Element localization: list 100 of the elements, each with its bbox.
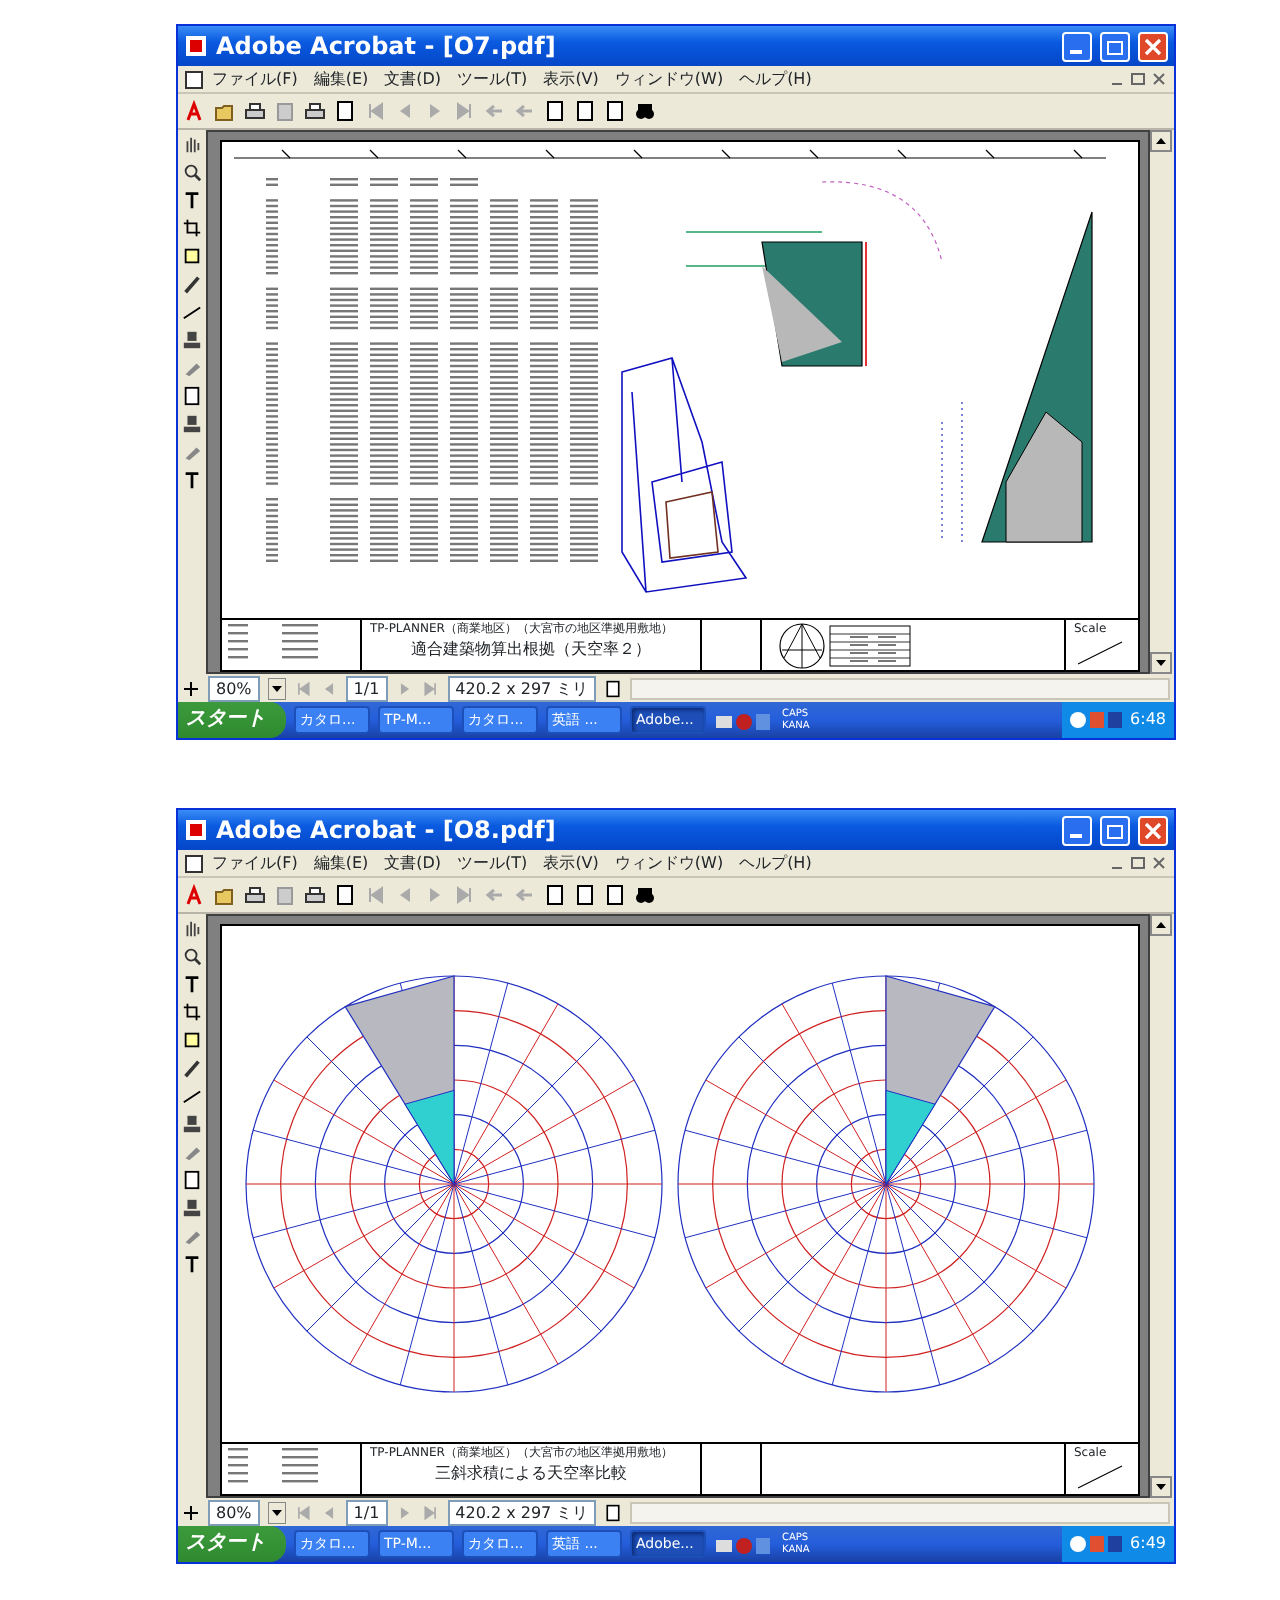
folder-icon[interactable] (214, 100, 236, 122)
start-button[interactable]: スタート (178, 702, 286, 738)
zoom-field[interactable]: 80% (208, 675, 260, 701)
quick-launch-icons[interactable] (714, 1533, 774, 1555)
vertical-scrollbar[interactable] (1150, 914, 1174, 1498)
folder-icon[interactable] (214, 884, 236, 906)
text-tool-icon[interactable] (182, 1254, 202, 1274)
move-icon[interactable] (182, 1503, 200, 1521)
line-tool-icon[interactable] (182, 1086, 202, 1106)
menu-item[interactable]: ツール(T) (449, 65, 536, 93)
scroll-down-icon[interactable] (1150, 652, 1172, 674)
zoom-icon[interactable] (182, 946, 202, 966)
dropdown-icon[interactable] (267, 677, 286, 699)
text-tool-icon[interactable] (182, 974, 202, 994)
zoom-field[interactable]: 80% (208, 1499, 260, 1525)
menu-item[interactable]: ヘルプ(H) (731, 65, 820, 93)
scroll-down-icon[interactable] (1150, 1476, 1172, 1498)
page-icon[interactable] (544, 100, 566, 122)
maximize-button[interactable] (1100, 815, 1130, 845)
page-icon[interactable] (604, 679, 623, 697)
menu-item[interactable]: 編集(E) (305, 849, 377, 877)
crop-icon[interactable] (182, 1002, 202, 1022)
highlighter-icon[interactable] (182, 1142, 202, 1162)
move-icon[interactable] (182, 679, 200, 697)
highlighter-icon[interactable] (182, 358, 202, 378)
page-icon[interactable] (334, 100, 356, 122)
horizontal-scrollbar[interactable] (630, 1501, 1170, 1523)
stamp-icon[interactable] (182, 414, 202, 434)
menu-item[interactable]: ツール(T) (449, 849, 536, 877)
note-icon[interactable] (182, 246, 202, 266)
menu-item[interactable]: 文書(D) (376, 849, 450, 877)
page-field[interactable]: 1/1 (345, 675, 388, 701)
text-tool-icon[interactable] (182, 190, 202, 210)
acrobat-icon[interactable] (184, 100, 206, 122)
scroll-up-icon[interactable] (1150, 130, 1172, 152)
page-icon[interactable] (182, 386, 202, 406)
binoculars-icon[interactable] (634, 884, 656, 906)
printer-icon[interactable] (244, 884, 266, 906)
menu-item[interactable]: 表示(V) (535, 65, 607, 93)
scroll-up-icon[interactable] (1150, 914, 1172, 936)
clock: 6:48 (1130, 708, 1166, 732)
page-icon[interactable] (604, 100, 626, 122)
maximize-icon (1106, 37, 1124, 55)
document-window-controls-icon[interactable] (1108, 854, 1168, 872)
printer-icon[interactable] (304, 100, 326, 122)
close-button[interactable] (1138, 31, 1168, 61)
dropdown-icon[interactable] (267, 1501, 286, 1523)
window-title: Adobe Acrobat - [O7.pdf] (216, 30, 558, 64)
quick-launch-icons[interactable] (714, 709, 774, 731)
minimize-button[interactable] (1062, 815, 1092, 845)
page-size-field: 420.2 x 297 ミリ (447, 1499, 597, 1525)
printer-icon[interactable] (244, 100, 266, 122)
horizontal-scrollbar[interactable] (630, 677, 1170, 699)
scale-mark-icon (1074, 638, 1126, 666)
menu-item[interactable]: ファイル(F) (204, 849, 306, 877)
document-window-controls-icon[interactable] (1108, 70, 1168, 88)
page-icon[interactable] (604, 884, 626, 906)
line-tool-icon[interactable] (182, 302, 202, 322)
page-icon[interactable] (574, 100, 596, 122)
close-button[interactable] (1138, 815, 1168, 845)
close-icon (1144, 821, 1162, 839)
highlighter-icon[interactable] (182, 442, 202, 462)
tray-icons[interactable] (1070, 710, 1123, 730)
page-icon[interactable] (574, 884, 596, 906)
highlighter-icon[interactable] (182, 1226, 202, 1246)
hand-icon[interactable] (182, 918, 202, 938)
minimize-button[interactable] (1062, 31, 1092, 61)
note-icon[interactable] (182, 1030, 202, 1050)
menu-item[interactable]: ウィンドウ(W) (606, 849, 732, 877)
zoom-icon[interactable] (182, 162, 202, 182)
menu-item[interactable]: ウィンドウ(W) (606, 65, 732, 93)
printer-icon[interactable] (304, 884, 326, 906)
page-icon[interactable] (334, 884, 356, 906)
stamp-icon[interactable] (182, 1114, 202, 1134)
minimize-icon (1069, 49, 1081, 53)
minimize-icon (1069, 833, 1081, 837)
menu-item[interactable]: ファイル(F) (204, 65, 306, 93)
menu-item[interactable]: 編集(E) (305, 65, 377, 93)
maximize-button[interactable] (1100, 31, 1130, 61)
crop-icon[interactable] (182, 218, 202, 238)
page-icon[interactable] (544, 884, 566, 906)
stamp-icon[interactable] (182, 1198, 202, 1218)
tray-icons[interactable] (1070, 1534, 1123, 1554)
menu-item[interactable]: ヘルプ(H) (731, 849, 820, 877)
page-field[interactable]: 1/1 (345, 1499, 388, 1525)
binoculars-icon[interactable] (634, 100, 656, 122)
hand-icon[interactable] (182, 134, 202, 154)
vertical-scrollbar[interactable] (1150, 130, 1174, 674)
pdf-icon (184, 818, 208, 842)
menu-item[interactable]: 文書(D) (376, 65, 450, 93)
text-tool-icon[interactable] (182, 470, 202, 490)
start-button[interactable]: スタート (178, 1526, 286, 1562)
page-icon[interactable] (604, 1503, 623, 1521)
stamp-icon[interactable] (182, 330, 202, 350)
acrobat-icon[interactable] (184, 884, 206, 906)
pencil-icon[interactable] (182, 1058, 202, 1078)
page-icon[interactable] (182, 1170, 202, 1190)
clock: 6:49 (1130, 1532, 1166, 1556)
pencil-icon[interactable] (182, 274, 202, 294)
menu-item[interactable]: 表示(V) (535, 849, 607, 877)
